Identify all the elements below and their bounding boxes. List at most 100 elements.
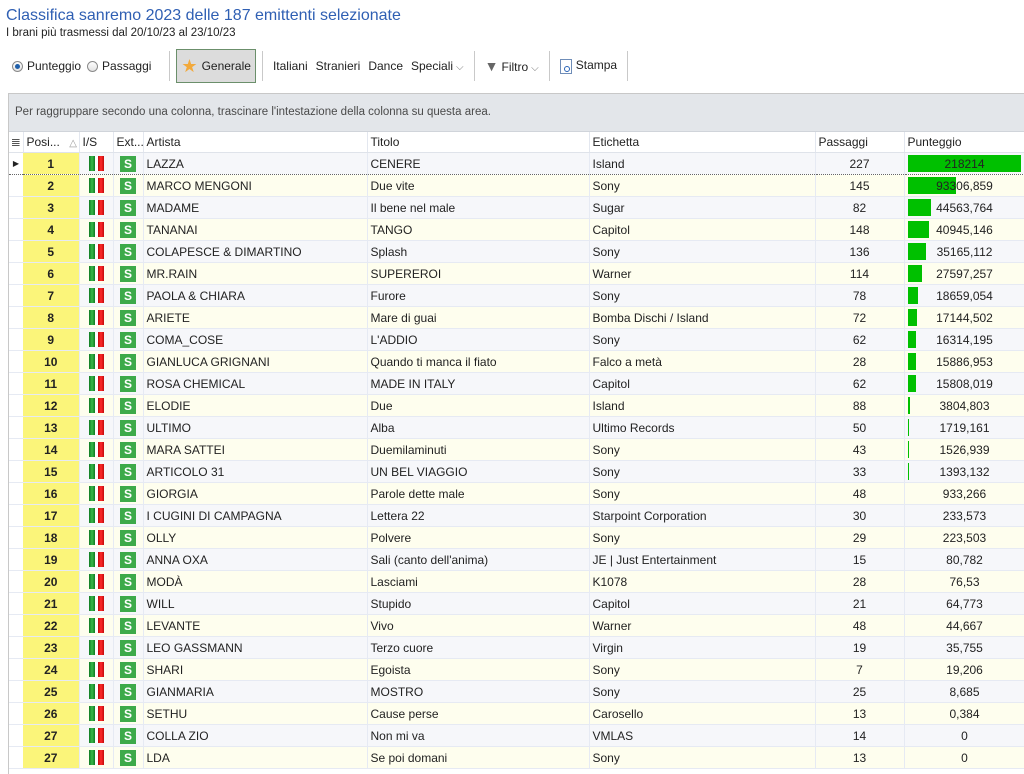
- column-header-passaggi[interactable]: Passaggi: [815, 132, 905, 153]
- cell-ext: S: [113, 702, 144, 725]
- table-row[interactable]: 8 S ARIETE Mare di guai Bomba Dischi / Islan…: [9, 306, 1024, 329]
- table-row[interactable]: 24 S SHARI Egoista Sony 7 19,206: [9, 658, 1024, 681]
- cell-ext: S: [113, 636, 144, 659]
- table-row[interactable]: 19 S ANNA OXA Sali (canto dell'anima) JE | J…: [9, 548, 1024, 571]
- italiani-button[interactable]: Italiani: [273, 59, 308, 73]
- table-row[interactable]: ▶ 1 S LAZZA CENERE Island 227 218214: [9, 152, 1024, 175]
- column-header-titolo[interactable]: Titolo: [367, 132, 590, 153]
- row-indicator: [9, 570, 23, 593]
- column-header-ext[interactable]: Ext...: [113, 132, 144, 153]
- table-row[interactable]: 17 S I CUGINI DI CAMPAGNA Lettera 22 Starpoi…: [9, 504, 1024, 527]
- table-row[interactable]: 9 S COMA_COSE L'ADDIO Sony 62 16314,195: [9, 328, 1024, 351]
- cell-score: 15886,953: [904, 350, 1024, 373]
- table-row[interactable]: 15 S ARTICOLO 31 UN BEL VIAGGIO Sony 33 1393,1…: [9, 460, 1024, 483]
- cell-ext: S: [113, 218, 144, 241]
- italian-flag-icon: [86, 442, 106, 458]
- table-row[interactable]: 11 S ROSA CHEMICAL MADE IN ITALY Capitol 62 15…: [9, 372, 1024, 395]
- cell-passes: 145: [815, 174, 905, 197]
- cell-artist: ULTIMO: [143, 416, 368, 439]
- cell-title: Il bene nel male: [367, 196, 590, 219]
- cell-label: JE | Just Entertainment: [589, 548, 816, 571]
- table-row[interactable]: 5 S COLAPESCE & DIMARTINO Splash Sony 136 3516…: [9, 240, 1024, 263]
- table-row[interactable]: 22 S LEVANTE Vivo Warner 48 44,667: [9, 614, 1024, 637]
- table-row[interactable]: 7 S PAOLA & CHIARA Furore Sony 78 18659,054: [9, 284, 1024, 307]
- table-row[interactable]: 20 S MODÀ Lasciami K1078 28 76,53: [9, 570, 1024, 593]
- radio-passaggi-indicator[interactable]: [87, 60, 99, 72]
- stampa-button[interactable]: Stampa: [559, 58, 617, 74]
- table-row[interactable]: 16 S GIORGIA Parole dette male Sony 48 933,266: [9, 482, 1024, 505]
- dance-button[interactable]: Dance: [368, 59, 403, 73]
- column-header-is[interactable]: I/S: [79, 132, 114, 153]
- column-header-posizione[interactable]: Posi... △: [23, 132, 80, 153]
- radio-passaggi[interactable]: Passaggi: [87, 59, 151, 73]
- column-header-artista[interactable]: Artista: [143, 132, 368, 153]
- cell-is: [79, 350, 114, 373]
- s-badge-icon: S: [120, 331, 136, 348]
- chevron-down-icon: ⌵: [531, 63, 539, 74]
- cell-score: 35165,112: [904, 240, 1024, 263]
- table-row[interactable]: 27 S COLLA ZIO Non mi va VMLAS 14 0: [9, 724, 1024, 747]
- cell-is: [79, 284, 114, 307]
- column-header-punteggio[interactable]: Punteggio: [904, 132, 1024, 153]
- italian-flag-icon: [86, 596, 106, 612]
- cell-passes: 43: [815, 438, 905, 461]
- table-row[interactable]: 26 S SETHU Cause perse Carosello 13 0,384: [9, 702, 1024, 725]
- cell-ext: S: [113, 416, 144, 439]
- table-row[interactable]: 4 S TANANAI TANGO Capitol 148 40945,146: [9, 218, 1024, 241]
- score-value: 16314,195: [936, 332, 993, 347]
- table-row[interactable]: 21 S WILL Stupido Capitol 21 64,773: [9, 592, 1024, 615]
- radio-passaggi-label: Passaggi: [102, 59, 152, 73]
- table-row[interactable]: 6 S MR.RAIN SUPEREROI Warner 114 27597,257: [9, 262, 1024, 285]
- table-row[interactable]: 13 S ULTIMO Alba Ultimo Records 50 1719,161: [9, 416, 1024, 439]
- italian-flag-icon: [86, 310, 106, 326]
- table-row[interactable]: 18 S OLLY Polvere Sony 29 223,503: [9, 526, 1024, 549]
- column-header-label: Posi...: [26, 135, 60, 149]
- cell-ext: S: [113, 174, 144, 197]
- s-badge-icon: S: [120, 749, 136, 766]
- score-value: 17144,502: [936, 310, 993, 325]
- table-row[interactable]: 27 S LDA Se poi domani Sony 13 0: [9, 746, 1024, 769]
- table-row[interactable]: 12 S ELODIE Due Island 88 3804,803: [9, 394, 1024, 417]
- cell-score: 218214: [904, 152, 1024, 175]
- generale-label: Generale: [201, 59, 251, 73]
- column-header-etichetta[interactable]: Etichetta: [589, 132, 816, 153]
- cell-artist: LEVANTE: [143, 614, 368, 637]
- cell-artist: TANANAI: [143, 218, 368, 241]
- cell-score: 93306,859: [904, 174, 1024, 197]
- table-row[interactable]: 23 S LEO GASSMANN Terzo cuore Virgin 19 35,755: [9, 636, 1024, 659]
- score-value: 64,773: [946, 596, 983, 611]
- score-value: 223,503: [942, 530, 987, 545]
- row-indicator: [9, 526, 23, 549]
- generale-button[interactable]: ★ Generale: [176, 49, 256, 83]
- speciali-dropdown[interactable]: Speciali ⌵: [411, 59, 464, 73]
- star-icon: ★: [181, 56, 198, 76]
- cell-label: Capitol: [589, 592, 816, 615]
- cell-title: Alba: [367, 416, 590, 439]
- group-by-area[interactable]: Per raggruppare secondo una colonna, tra…: [9, 94, 1024, 132]
- cell-title: Splash: [367, 240, 590, 263]
- radio-punteggio[interactable]: Punteggio: [12, 59, 81, 73]
- cell-label: Sony: [589, 482, 816, 505]
- table-row[interactable]: 3 S MADAME Il bene nel male Sugar 82 44563,764: [9, 196, 1024, 219]
- table-row[interactable]: 14 S MARA SATTEI Duemilaminuti Sony 43 1526,93…: [9, 438, 1024, 461]
- table-row[interactable]: 10 S GIANLUCA GRIGNANI Quando ti manca il f…: [9, 350, 1024, 373]
- column-chooser-icon[interactable]: ≣: [9, 132, 24, 153]
- s-badge-icon: S: [120, 221, 136, 238]
- filtro-label: Filtro: [501, 60, 529, 74]
- s-badge-icon: S: [120, 199, 136, 216]
- cell-label: Falco a metà: [589, 350, 816, 373]
- cell-position: 2: [23, 174, 80, 197]
- cell-artist: MR.RAIN: [143, 262, 368, 285]
- table-row[interactable]: 25 S GIANMARIA MOSTRO Sony 25 8,685: [9, 680, 1024, 703]
- filtro-dropdown[interactable]: ▼ Filtro ⌵: [485, 58, 539, 74]
- cell-ext: S: [113, 306, 144, 329]
- table-row[interactable]: 2 S MARCO MENGONI Due vite Sony 145 93306,859: [9, 174, 1024, 197]
- cell-score: 1526,939: [904, 438, 1024, 461]
- radio-punteggio-indicator[interactable]: [12, 60, 23, 72]
- cell-ext: S: [113, 284, 144, 307]
- italian-flag-icon: [86, 684, 106, 700]
- row-indicator: [9, 680, 23, 703]
- cell-label: Sony: [589, 460, 816, 483]
- cell-score: 44,667: [904, 614, 1024, 637]
- stranieri-button[interactable]: Stranieri: [316, 59, 361, 73]
